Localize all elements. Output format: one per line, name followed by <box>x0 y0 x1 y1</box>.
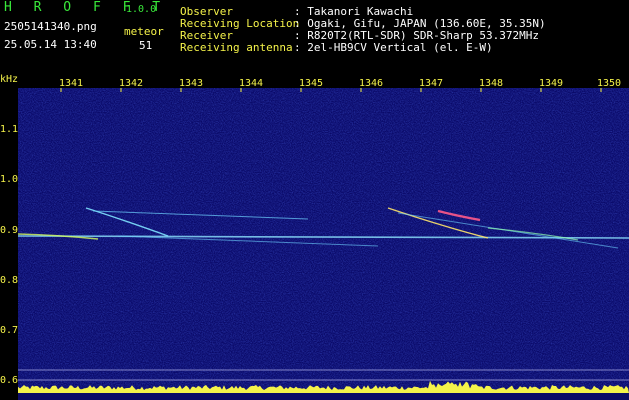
y-tick-label: 0.7 <box>0 325 19 336</box>
hrofft-window: { "app": { "title": "H R O F F T", "vers… <box>0 0 629 400</box>
baseline-band <box>18 393 629 400</box>
spectrogram <box>18 88 629 400</box>
antenna-key: Receiving antenna <box>180 41 293 54</box>
y-tick-label: 0.6 <box>0 375 19 386</box>
filename-text: 2505141340.png <box>4 20 97 33</box>
y-tick-label: 1.1 <box>0 124 19 135</box>
y-tick-label: 1.0 <box>0 174 19 185</box>
y-tick-label: 0.9 <box>0 225 19 236</box>
datetime-text: 25.05.14 13:40 <box>4 38 97 51</box>
meteor-count: 51 <box>139 39 153 52</box>
meteor-label: meteor <box>124 25 164 38</box>
y-tick-label: 0.8 <box>0 275 19 286</box>
y-axis-unit: kHz <box>0 74 19 85</box>
antenna-value: : 2el-HB9CV Vertical (el. E-W) <box>294 41 493 54</box>
app-version: 1.0.0 <box>126 4 157 15</box>
